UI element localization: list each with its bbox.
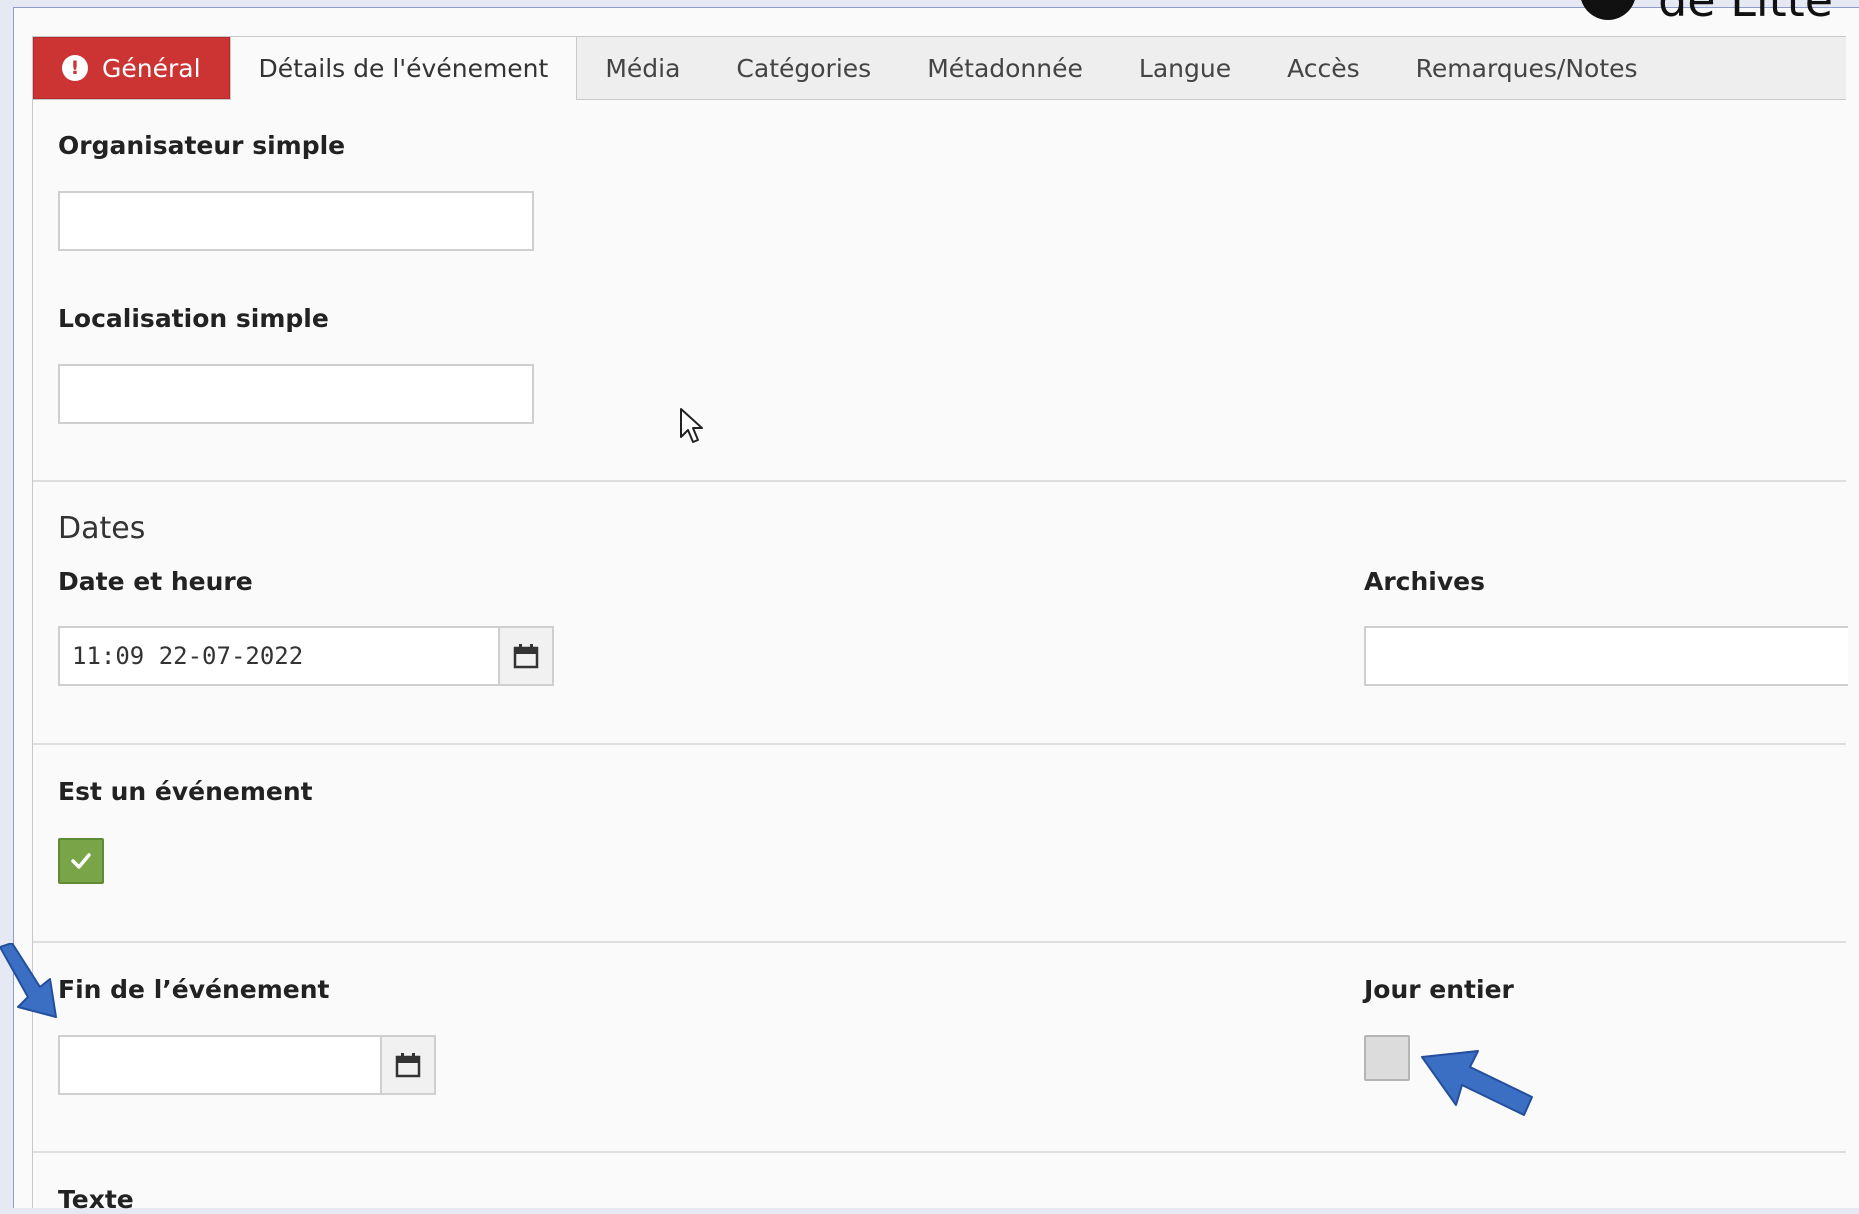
tab-label: Accès xyxy=(1287,53,1360,83)
check-icon xyxy=(71,853,91,869)
tab-label: Détails de l'événement xyxy=(258,54,549,83)
tab-access[interactable]: Accès xyxy=(1259,37,1388,99)
section-divider xyxy=(33,480,1846,482)
tab-language[interactable]: Langue xyxy=(1111,37,1259,99)
logo-text: de Litte xyxy=(1658,0,1833,27)
is-event-checkbox[interactable] xyxy=(58,838,104,884)
arrow-annotation-icon xyxy=(1421,1050,1533,1116)
tab-label: Général xyxy=(102,53,201,83)
tab-bar: ! Général Détails de l'événement Média C… xyxy=(33,37,1846,100)
location-input[interactable] xyxy=(58,364,534,424)
logo: de Litte xyxy=(1580,0,1833,27)
section-divider xyxy=(33,1151,1846,1153)
tab-media[interactable]: Média xyxy=(577,37,708,99)
calendar-icon xyxy=(513,644,539,669)
organizer-input[interactable] xyxy=(58,191,534,251)
section-divider xyxy=(33,941,1846,943)
tab-general[interactable]: ! Général xyxy=(33,37,230,99)
tab-notes[interactable]: Remarques/Notes xyxy=(1388,37,1666,99)
event-end-calendar-button[interactable] xyxy=(380,1035,436,1095)
archive-input[interactable] xyxy=(1364,626,1848,686)
archive-label: Archives xyxy=(1364,567,1485,596)
datetime-label: Date et heure xyxy=(58,567,253,596)
form-panel: ! Général Détails de l'événement Média C… xyxy=(32,36,1848,1214)
tab-categories[interactable]: Catégories xyxy=(708,37,899,99)
arrow-annotation-icon xyxy=(0,943,57,1018)
tab-label: Remarques/Notes xyxy=(1415,53,1638,83)
event-end-label: Fin de l’événement xyxy=(58,975,330,1004)
tab-label: Langue xyxy=(1138,53,1232,83)
tab-event-details[interactable]: Détails de l'événement xyxy=(229,37,578,100)
logo-mark-icon xyxy=(1580,0,1637,20)
text-label: Texte xyxy=(58,1185,134,1214)
exclamation-circle-icon: ! xyxy=(62,55,88,81)
is-event-label: Est un événement xyxy=(58,777,313,806)
organizer-label: Organisateur simple xyxy=(58,131,346,160)
full-day-label: Jour entier xyxy=(1364,975,1514,1004)
datetime-calendar-button[interactable] xyxy=(498,626,554,686)
tab-label: Média xyxy=(605,53,681,83)
event-end-input[interactable] xyxy=(58,1035,382,1095)
location-label: Localisation simple xyxy=(58,304,329,333)
calendar-icon xyxy=(395,1053,421,1078)
mouse-pointer-icon xyxy=(680,408,703,443)
dates-section-title: Dates xyxy=(58,511,146,546)
datetime-input[interactable]: 11:09 22-07-2022 xyxy=(58,626,500,686)
full-day-checkbox[interactable] xyxy=(1364,1035,1410,1081)
section-divider xyxy=(33,743,1846,745)
tab-metadata[interactable]: Métadonnée xyxy=(899,37,1111,99)
tab-label: Métadonnée xyxy=(927,53,1083,83)
tab-label: Catégories xyxy=(736,53,872,83)
